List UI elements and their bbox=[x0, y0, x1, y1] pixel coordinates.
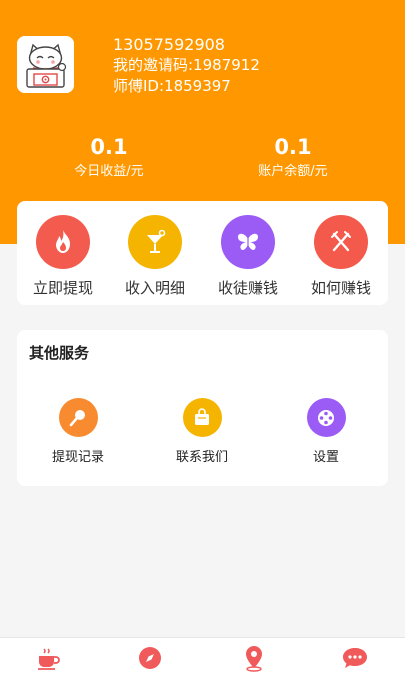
balance-value: 0.1 bbox=[274, 135, 312, 159]
coffee-cup-icon bbox=[38, 648, 60, 670]
settings-button[interactable]: 设置 bbox=[276, 398, 376, 467]
quick-actions-card: 立即提现 收入明细 收徒赚钱 如何赚钱 bbox=[17, 201, 388, 305]
recruit-earn-label: 收徒赚钱 bbox=[217, 279, 278, 297]
services-title: 其他服务 bbox=[29, 344, 90, 362]
invite-code: 我的邀请码:1987912 bbox=[113, 56, 260, 74]
contact-us-button[interactable]: 联系我们 bbox=[152, 398, 252, 467]
withdrawal-records-label: 提现记录 bbox=[51, 450, 104, 465]
balance-stat: 0.1 账户余额/元 bbox=[213, 134, 373, 182]
tab-messages[interactable] bbox=[340, 644, 370, 672]
flame-icon bbox=[36, 215, 90, 269]
lucky-cat-icon bbox=[17, 36, 74, 93]
phone-number: 13057592908 bbox=[113, 35, 225, 54]
bottom-tab-bar bbox=[0, 637, 405, 674]
how-to-earn-button[interactable]: 如何赚钱 bbox=[300, 215, 382, 298]
microphone-icon bbox=[58, 398, 98, 437]
today-earnings-label: 今日收益/元 bbox=[74, 164, 144, 179]
fork-knife-icon bbox=[314, 215, 368, 269]
today-earnings-value: 0.1 bbox=[90, 135, 128, 159]
cocktail-icon bbox=[128, 215, 182, 269]
other-services-card: 其他服务 提现记录 联系我们 设置 bbox=[17, 330, 388, 486]
avatar[interactable] bbox=[17, 36, 74, 93]
withdraw-now-label: 立即提现 bbox=[32, 279, 93, 297]
butterfly-icon bbox=[221, 215, 275, 269]
withdrawal-records-button[interactable]: 提现记录 bbox=[28, 398, 128, 467]
how-to-earn-label: 如何赚钱 bbox=[310, 279, 371, 297]
chat-bubble-icon bbox=[343, 648, 367, 668]
profile-page: 13057592908 我的邀请码:1987912 师傅ID:1859397 0… bbox=[0, 0, 405, 674]
compass-icon bbox=[139, 647, 161, 669]
settings-label: 设置 bbox=[312, 450, 339, 465]
today-earnings-stat: 0.1 今日收益/元 bbox=[29, 134, 189, 182]
master-id: 师傅ID:1859397 bbox=[113, 77, 231, 95]
contact-us-label: 联系我们 bbox=[175, 450, 228, 465]
withdraw-now-button[interactable]: 立即提现 bbox=[22, 215, 104, 298]
balance-label: 账户余额/元 bbox=[258, 164, 328, 179]
film-reel-icon bbox=[306, 398, 346, 437]
tab-location[interactable] bbox=[239, 644, 269, 672]
tab-home[interactable] bbox=[33, 644, 63, 672]
income-details-button[interactable]: 收入明细 bbox=[114, 215, 196, 298]
location-pin-icon bbox=[246, 646, 262, 672]
tab-discover[interactable] bbox=[135, 644, 165, 672]
shopping-bag-icon bbox=[182, 398, 222, 437]
recruit-earn-button[interactable]: 收徒赚钱 bbox=[207, 215, 289, 298]
user-info: 13057592908 我的邀请码:1987912 师傅ID:1859397 bbox=[113, 34, 260, 97]
income-details-label: 收入明细 bbox=[124, 279, 185, 297]
stats-row: 0.1 今日收益/元 0.1 账户余额/元 bbox=[0, 134, 405, 184]
